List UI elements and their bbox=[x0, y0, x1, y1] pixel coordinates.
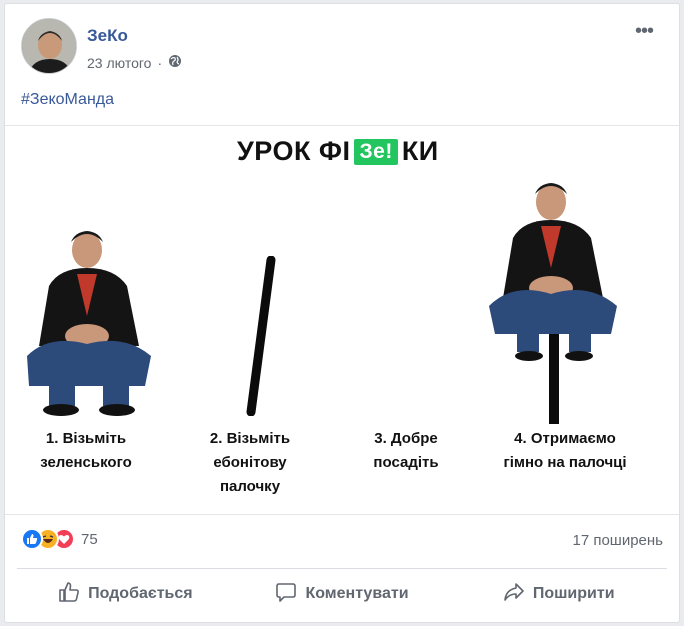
meta-separator: · bbox=[157, 54, 163, 71]
step-4: 4. Отримаємо гімно на палочці bbox=[485, 427, 645, 475]
image-title: УРОК ФІ Зе! КИ bbox=[237, 136, 439, 167]
figure-ebonite-stick bbox=[246, 256, 276, 416]
share-button[interactable]: Поширити bbox=[450, 572, 667, 616]
step-3-line1: 3. Добре bbox=[374, 430, 438, 447]
comment-bubble-icon bbox=[275, 581, 297, 608]
step-2-line3: палочку bbox=[219, 478, 281, 495]
figure-man-on-stick bbox=[489, 183, 617, 424]
comment-label: Коментувати bbox=[305, 585, 409, 602]
reaction-count[interactable]: 75 bbox=[81, 531, 98, 548]
comment-button[interactable]: Коментувати bbox=[234, 572, 451, 616]
step-4-line2: гімно на палочці bbox=[503, 454, 627, 471]
image-title-after: КИ bbox=[401, 136, 439, 166]
post-meta: 23 лютого · bbox=[87, 54, 182, 71]
step-3: 3. Добре посадіть bbox=[331, 427, 481, 475]
figure-crouching-man bbox=[27, 231, 151, 416]
globe-icon bbox=[168, 54, 182, 71]
actions-divider bbox=[17, 568, 667, 569]
step-4-line1: 4. Отримаємо bbox=[514, 430, 616, 447]
step-2-line1: 2. Візьміть bbox=[209, 430, 291, 447]
step-1-line1: 1. Візьміть bbox=[45, 430, 127, 447]
like-label: Подобається bbox=[88, 585, 193, 602]
share-count[interactable]: 17 поширень bbox=[572, 532, 663, 549]
post-header: ЗеКо 23 лютого · ••• bbox=[21, 18, 661, 74]
reactions-summary[interactable]: 75 bbox=[21, 528, 98, 550]
post-text-hashtag[interactable]: #ЗекоМанда bbox=[21, 91, 114, 109]
post-image[interactable]: УРОК ФІ Зе! КИ 1. Візьміть зеленського 2… bbox=[5, 125, 679, 515]
author-avatar[interactable] bbox=[21, 18, 77, 74]
ze-badge: Зе! bbox=[354, 138, 398, 165]
more-options-icon[interactable]: ••• bbox=[635, 21, 654, 41]
thumbs-up-icon bbox=[58, 581, 80, 608]
step-1-line2: зеленського bbox=[40, 454, 132, 471]
step-3-line2: посадіть bbox=[373, 454, 439, 471]
post-date[interactable]: 23 лютого bbox=[87, 55, 151, 71]
step-2: 2. Візьміть ебонітову палочку bbox=[175, 427, 325, 499]
post-card: ЗеКо 23 лютого · ••• #ЗекоМанда УРОК ФІ … bbox=[4, 3, 680, 623]
action-bar: Подобається Коментувати Поширити bbox=[17, 572, 667, 616]
share-label: Поширити bbox=[532, 585, 615, 602]
like-icon bbox=[21, 528, 43, 550]
author-name[interactable]: ЗеКо bbox=[87, 26, 128, 46]
step-2-line2: ебонітову bbox=[213, 454, 287, 471]
image-title-before: УРОК ФІ bbox=[237, 136, 351, 166]
share-arrow-icon bbox=[503, 581, 525, 608]
step-1: 1. Візьміть зеленського bbox=[11, 427, 161, 475]
like-button[interactable]: Подобається bbox=[17, 572, 234, 616]
